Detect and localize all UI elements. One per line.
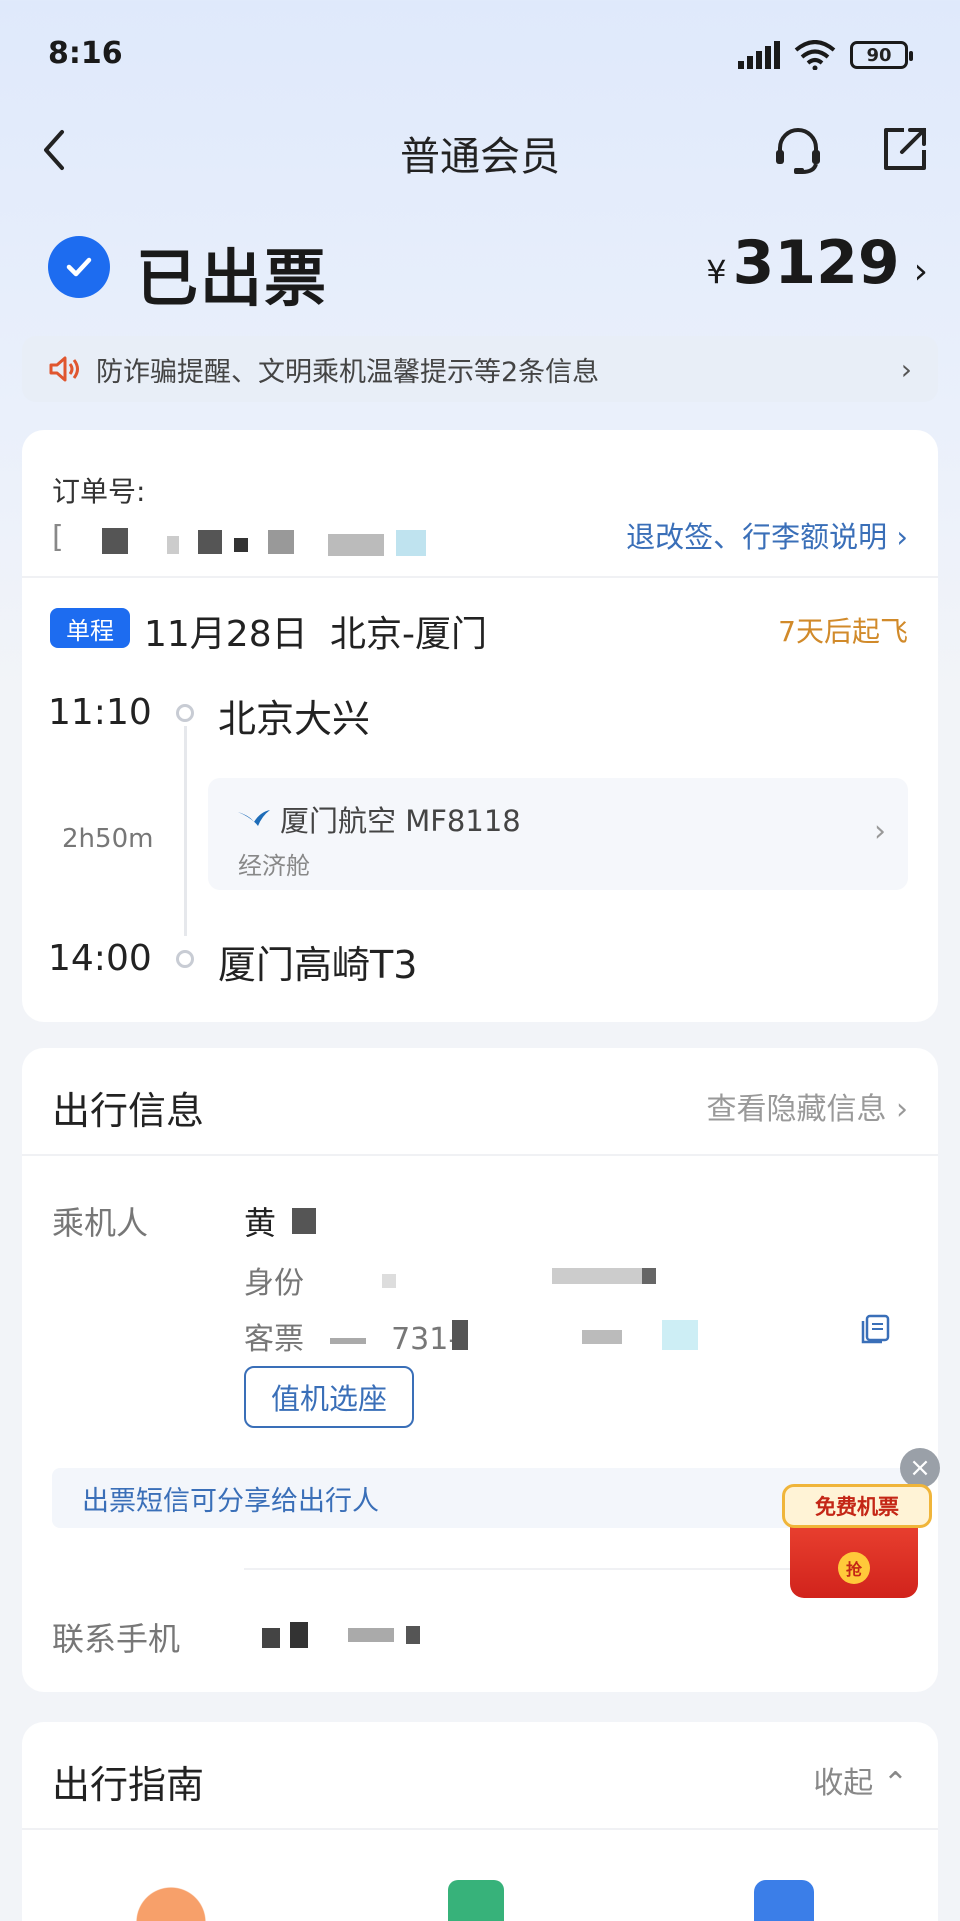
redacted-phone <box>348 1628 394 1642</box>
flight-info-box[interactable]: 厦门航空 MF8118 经济舱 › <box>208 778 908 890</box>
nav-bar: 普通会员 <box>0 110 960 190</box>
timeline-dot-arrival <box>176 950 194 968</box>
redacted-ticket-number <box>452 1320 468 1350</box>
collapse-toggle[interactable]: 收起 ⌃ <box>813 1758 908 1802</box>
departure-countdown: 7天后起飞 <box>778 615 908 648</box>
wifi-icon <box>794 40 836 70</box>
flight-ticket-icon[interactable] <box>754 1880 814 1921</box>
order-card: 订单号: [ 退改签、行李额说明 › 单程 11月28日 北京-厦门 7天后起飞… <box>22 430 938 1022</box>
check-circle-icon <box>48 236 110 298</box>
notice-text: 防诈骗提醒、文明乘机温馨提示等2条信息 <box>96 356 600 388</box>
price-value: 3129 <box>732 228 900 298</box>
refund-baggage-link[interactable]: 退改签、行李额说明 › <box>626 514 908 556</box>
cloud-weather-icon[interactable] <box>136 1880 206 1921</box>
redacted-ticket-number <box>582 1330 622 1344</box>
close-promo-button[interactable]: × <box>900 1448 940 1488</box>
contact-phone-label: 联系手机 <box>52 1620 181 1658</box>
travel-guide-title: 出行指南 <box>52 1763 205 1807</box>
order-status-row: 已出票 ¥ 3129 › <box>48 228 928 315</box>
status-icons: 90 <box>738 40 913 70</box>
arrival-airport: 厦门高崎T3 <box>218 943 418 987</box>
redacted-order-number <box>328 534 384 556</box>
ticket-number-visible: 731- <box>391 1322 460 1357</box>
departure-time: 11:10 <box>48 692 152 733</box>
flight-duration: 2h50m <box>62 824 154 854</box>
redacted-ticket-number <box>662 1320 698 1350</box>
redacted-phone <box>290 1622 308 1648</box>
trip-date: 11月28日 <box>144 614 308 655</box>
trip-route: 北京-厦门 <box>330 614 487 655</box>
departure-airport: 北京大兴 <box>218 697 371 741</box>
timeline-dot-departure <box>176 704 194 722</box>
promo-label: 免费机票 <box>782 1484 932 1528</box>
fraud-notice-bar[interactable]: 防诈骗提醒、文明乘机温馨提示等2条信息 › <box>22 336 938 402</box>
redacted-phone <box>406 1626 420 1644</box>
redacted-order-number <box>102 528 128 554</box>
chevron-right-icon: › <box>874 814 886 849</box>
headset-icon[interactable] <box>768 120 828 180</box>
signal-icon <box>738 41 780 69</box>
redacted-order-number <box>234 538 248 552</box>
status-bar: 8:16 90 <box>0 0 960 110</box>
redacted-order-number <box>268 530 294 554</box>
copy-icon[interactable] <box>858 1312 892 1346</box>
redacted-id-number <box>552 1268 648 1284</box>
divider <box>22 1154 938 1156</box>
ticket-number-label: 客票 731- <box>244 1314 459 1358</box>
order-number-label: 订单号: <box>52 475 146 508</box>
checkin-seat-button[interactable]: 值机选座 <box>244 1366 414 1428</box>
show-hidden-info-link[interactable]: 查看隐藏信息 › <box>706 1084 908 1128</box>
redacted-id-number <box>382 1274 396 1288</box>
trip-type-badge: 单程 <box>50 608 130 648</box>
sms-share-tip[interactable]: 出票短信可分享给出行人 <box>52 1468 908 1528</box>
chevron-right-icon: › <box>900 352 912 386</box>
cabin-class: 经济舱 <box>238 852 310 880</box>
status-time: 8:16 <box>48 36 123 71</box>
battery-indicator: 90 <box>850 41 913 69</box>
price-chevron-icon: › <box>913 251 928 292</box>
redacted-passenger-name <box>292 1208 316 1234</box>
redacted-order-number <box>396 530 426 556</box>
speaker-icon <box>49 356 79 382</box>
share-icon[interactable] <box>874 120 934 180</box>
travel-info-title: 出行信息 <box>52 1089 205 1133</box>
redacted-phone <box>262 1628 280 1648</box>
xiamen-airlines-logo-icon <box>238 810 270 826</box>
timeline-line <box>184 726 187 936</box>
arrival-time: 14:00 <box>48 938 152 979</box>
divider <box>22 576 938 578</box>
ticket-prefix: 客票 <box>244 1322 304 1357</box>
free-ticket-promo[interactable]: 免费机票 抢 <box>782 1484 932 1602</box>
order-status-text: 已出票 <box>136 242 329 315</box>
price-summary[interactable]: ¥ 3129 › <box>706 228 928 298</box>
passenger-id-label: 身份 <box>244 1266 304 1301</box>
redacted-id-number <box>642 1268 656 1284</box>
passenger-label: 乘机人 <box>52 1204 149 1242</box>
promo-coin: 抢 <box>838 1552 870 1584</box>
redacted-order-number <box>198 530 222 554</box>
passenger-name: 黄 <box>244 1204 277 1242</box>
document-icon[interactable] <box>448 1880 504 1921</box>
battery-level: 90 <box>866 44 892 66</box>
price-currency: ¥ <box>706 253 727 291</box>
divider <box>22 1828 938 1830</box>
flight-airline-number: 厦门航空 MF8118 <box>280 804 521 838</box>
redacted-ticket <box>329 1337 366 1344</box>
redacted-order-number <box>167 536 179 554</box>
order-number-value: [ <box>52 520 66 555</box>
